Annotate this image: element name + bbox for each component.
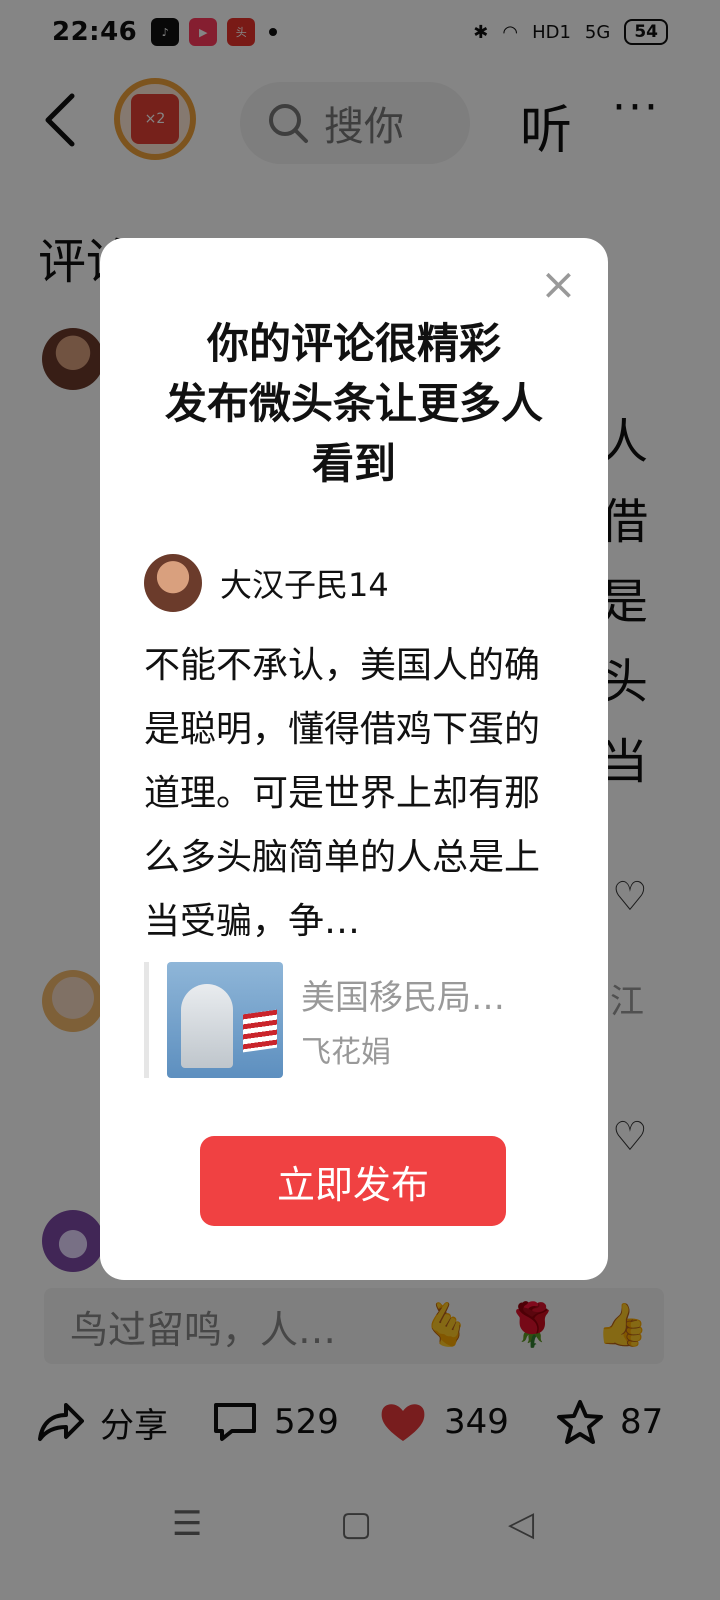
- comment-text: 不能不承认，美国人的确是聪明，懂得借鸡下蛋的道理。可是世界上却有那么多头脑简单的…: [144, 645, 541, 942]
- article-title: 美国移民局…: [301, 977, 505, 1018]
- publish-button[interactable]: 立即发布: [200, 1136, 506, 1226]
- dialog-title-line2: 发布微头条让更多人: [164, 379, 543, 428]
- quoted-article: 美国移民局… 飞花娟: [144, 962, 564, 1078]
- comment-author: 大汉子民14: [144, 554, 389, 612]
- flag-image: [243, 1009, 277, 1053]
- close-icon[interactable]: ×: [540, 263, 577, 307]
- avatar: [144, 554, 202, 612]
- capitol-dome-image: [181, 984, 233, 1068]
- publish-dialog: × 你的评论很精彩 发布微头条让更多人 看到 大汉子民14 不能不承认，美国人的…: [100, 238, 608, 1280]
- quote-text: 美国移民局… 飞花娟: [301, 970, 505, 1071]
- dialog-title: 你的评论很精彩 发布微头条让更多人 看到: [100, 314, 608, 494]
- article-thumbnail: [167, 962, 283, 1078]
- author-name: 大汉子民14: [220, 566, 389, 604]
- article-source: 飞花娟: [301, 1034, 391, 1070]
- dialog-title-line3: 看到: [311, 439, 396, 488]
- dialog-title-line1: 你的评论很精彩: [206, 319, 501, 368]
